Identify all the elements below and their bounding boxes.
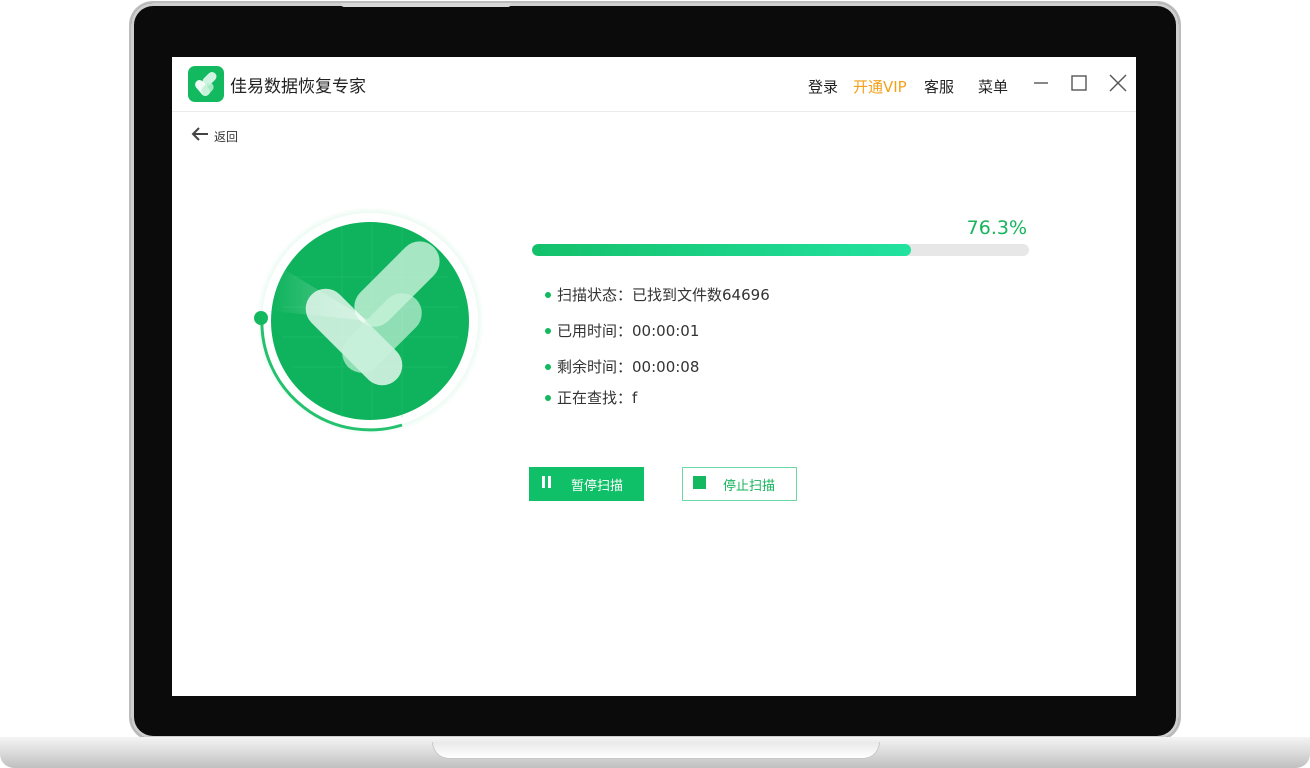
pause-scan-button[interactable]: 暂停扫描 xyxy=(529,467,644,501)
bullet-icon xyxy=(545,395,551,401)
bullet-icon xyxy=(545,364,551,370)
close-icon[interactable] xyxy=(1106,71,1130,95)
stop-scan-button[interactable]: 停止扫描 xyxy=(682,467,797,501)
customer-service-button[interactable]: 客服 xyxy=(924,76,954,97)
pause-scan-label: 暂停扫描 xyxy=(571,475,623,494)
searching-value: f xyxy=(632,389,637,407)
app-title: 佳易数据恢复专家 xyxy=(230,72,366,97)
app-logo-icon xyxy=(188,66,224,102)
progress-fill xyxy=(532,244,911,256)
remaining-time-row: 剩余时间： 00:00:08 xyxy=(545,356,699,377)
scan-animation xyxy=(252,207,492,447)
stop-icon xyxy=(693,476,723,493)
arrow-left-icon xyxy=(190,126,210,146)
scan-status-value: 已找到文件数64696 xyxy=(632,284,770,305)
title-bar: 佳易数据恢复专家 登录 开通VIP 客服 菜单 xyxy=(172,57,1136,112)
stop-scan-label: 停止扫描 xyxy=(723,475,775,494)
back-label: 返回 xyxy=(214,128,238,145)
elapsed-time-row: 已用时间： 00:00:01 xyxy=(545,320,699,341)
remaining-time-value: 00:00:08 xyxy=(632,358,699,376)
scan-status-label: 扫描状态： xyxy=(557,284,632,305)
menu-button[interactable]: 菜单 xyxy=(978,76,1008,97)
app-window: 佳易数据恢复专家 登录 开通VIP 客服 菜单 返回 xyxy=(172,57,1136,696)
elapsed-time-value: 00:00:01 xyxy=(632,322,699,340)
laptop-notch xyxy=(432,742,880,759)
login-button[interactable]: 登录 xyxy=(808,76,838,97)
bullet-icon xyxy=(545,328,551,334)
elapsed-time-label: 已用时间： xyxy=(557,320,632,341)
back-button[interactable]: 返回 xyxy=(190,125,238,147)
progress-percentage: 76.3% xyxy=(932,217,1027,239)
searching-row: 正在查找： f xyxy=(545,387,637,408)
progress-bar xyxy=(532,244,1029,256)
searching-label: 正在查找： xyxy=(557,387,632,408)
vip-button[interactable]: 开通VIP xyxy=(853,76,907,97)
bullet-icon xyxy=(545,292,551,298)
laptop-camera-bump xyxy=(341,3,511,7)
pause-icon xyxy=(541,475,571,493)
scan-status-row: 扫描状态： 已找到文件数64696 xyxy=(545,284,770,305)
remaining-time-label: 剩余时间： xyxy=(557,356,632,377)
maximize-icon[interactable] xyxy=(1067,71,1091,95)
minimize-icon[interactable] xyxy=(1029,71,1053,95)
